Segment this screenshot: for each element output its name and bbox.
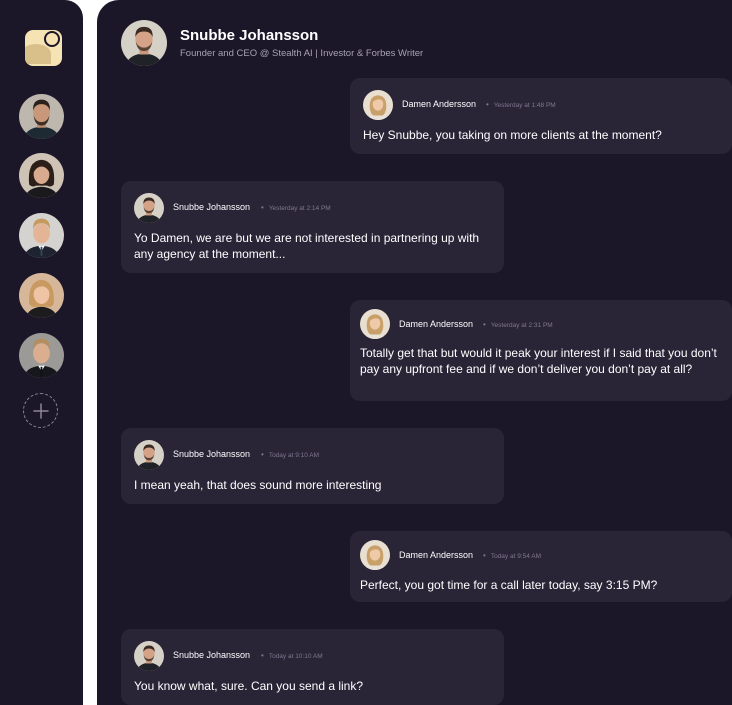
sender-avatar[interactable]: [134, 193, 164, 223]
sender-name: Damen Andersson: [399, 550, 474, 560]
message-time: • Today at 10:10 AM: [261, 651, 323, 660]
message-bubble: Damen Andersson • Today at 9:54 AM Perfec…: [350, 531, 732, 602]
sender-name: Snubbe Johansson: [173, 202, 251, 212]
contact-avatar-3[interactable]: [19, 213, 64, 258]
contact-avatar-2[interactable]: [19, 153, 64, 198]
contact-name: Snubbe Johansson: [180, 27, 319, 44]
plus-icon: [32, 402, 49, 419]
message-text: You know what, sure. Can you send a link…: [134, 679, 364, 693]
add-contact-button[interactable]: [23, 393, 58, 428]
sender-avatar[interactable]: [363, 90, 393, 120]
message-bubble: Snubbe Johansson • Today at 10:10 AM You …: [121, 629, 504, 705]
contact-avatar-4[interactable]: [19, 273, 64, 318]
contact-avatar-5[interactable]: [19, 333, 64, 378]
sender-avatar[interactable]: [360, 540, 390, 570]
message-bubble: Snubbe Johansson • Yesterday at 2:14 PM Y…: [121, 181, 504, 273]
sender-avatar[interactable]: [360, 309, 390, 339]
sidebar: [0, 0, 83, 705]
sender-name: Damen Andersson: [399, 319, 474, 329]
message-time: • Today at 9:54 AM: [483, 551, 542, 560]
contact-avatar-1[interactable]: [19, 94, 64, 139]
message-text: Totally get that but would it peak your …: [360, 346, 717, 376]
sender-avatar[interactable]: [134, 440, 164, 470]
message-text: Perfect, you got time for a call later t…: [360, 578, 658, 592]
message-text: Hey Snubbe, you taking on more clients a…: [363, 128, 662, 142]
message-bubble: Damen Andersson • Yesterday at 1:48 PM He…: [350, 78, 732, 154]
message-bubble: Snubbe Johansson • Today at 9:10 AM I mea…: [121, 428, 504, 504]
message-bubble: Damen Andersson • Yesterday at 2:31 PM To…: [350, 300, 732, 401]
sender-name: Snubbe Johansson: [173, 449, 251, 459]
message-time: • Today at 9:10 AM: [261, 450, 320, 459]
app-logo-icon[interactable]: [25, 30, 62, 66]
message-time: • Yesterday at 2:14 PM: [261, 203, 331, 212]
message-time: • Yesterday at 2:31 PM: [483, 320, 553, 329]
message-text: I mean yeah, that does sound more intere…: [134, 478, 382, 492]
message-time: • Yesterday at 1:48 PM: [486, 100, 556, 109]
message-text: Yo Damen, we are but we are not interest…: [134, 231, 480, 261]
header-avatar[interactable]: [121, 20, 167, 66]
contact-subtitle: Founder and CEO @ Stealth AI | Investor …: [180, 48, 424, 59]
sender-name: Snubbe Johansson: [173, 650, 251, 660]
chat-panel: Snubbe Johansson Founder and CEO @ Steal…: [97, 0, 732, 705]
sender-avatar[interactable]: [134, 641, 164, 671]
sender-name: Damen Andersson: [402, 99, 477, 109]
